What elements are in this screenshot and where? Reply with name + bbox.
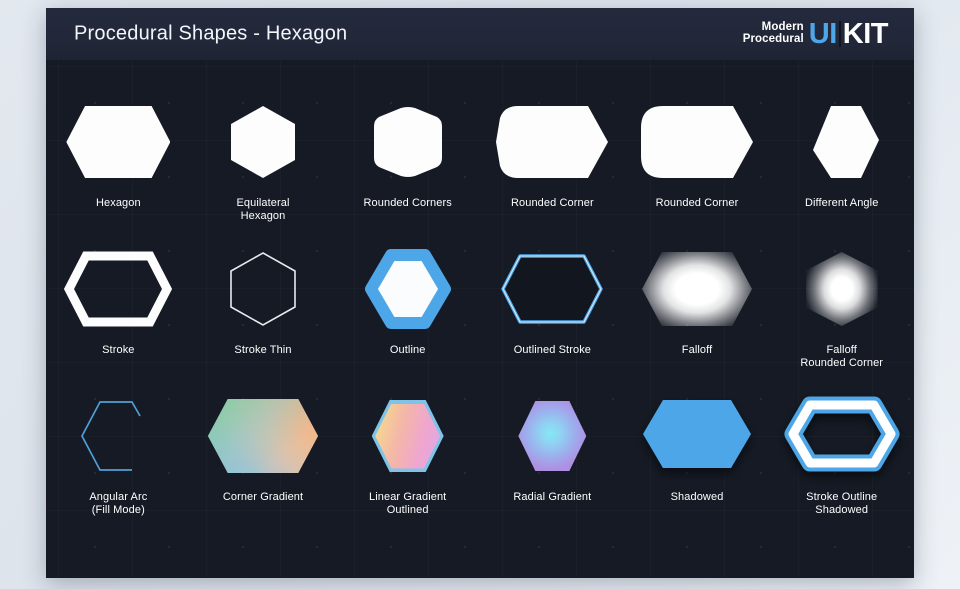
- falloff-hexagon-shape-icon: [642, 252, 753, 326]
- shape-label: Stroke: [102, 344, 135, 356]
- shape-preview: [372, 96, 444, 188]
- shape-label: Angular Arc (Fill Mode): [89, 491, 148, 516]
- shape-preview: [497, 243, 607, 335]
- angular-arc-hexagon-shape-icon: [81, 401, 142, 471]
- stroke-outline-shadowed-hexagon-shape-icon: [784, 396, 900, 472]
- shape-cell-falloff[interactable]: Falloff: [625, 243, 770, 370]
- shape-cell-rounded-corners[interactable]: Rounded Corners: [335, 96, 480, 223]
- shape-preview: [80, 390, 156, 482]
- stroke-thin-hexagon-shape-icon: [230, 252, 296, 326]
- rounded-corners-hexagon-shape-icon: [373, 107, 442, 177]
- falloff-rounded-corner-hexagon-shape-icon: [805, 252, 878, 326]
- shape-label: Rounded Corner: [510, 197, 594, 209]
- shape-cell-stroke[interactable]: Stroke: [46, 243, 191, 370]
- shape-preview: [364, 243, 451, 335]
- shape-label: Linear Gradient Outlined: [369, 491, 447, 516]
- shape-cell-rounded-corner-b[interactable]: Rounded Corner: [625, 96, 770, 223]
- stroke-hexagon-shape-icon: [64, 251, 173, 327]
- shape-cell-rounded-corner-a[interactable]: Rounded Corner: [480, 96, 625, 223]
- logo-separator-icon: [838, 21, 841, 47]
- ui-kit-card: Procedural Shapes - Hexagon Modern Proce…: [46, 8, 914, 578]
- shape-cell-corner-gradient[interactable]: Corner Gradient: [191, 390, 336, 517]
- shape-label: Different Angle: [804, 197, 879, 209]
- shape-preview: [208, 390, 318, 482]
- logo-kit-text: KIT: [842, 17, 889, 50]
- outlined-stroke-hexagon-shape-icon: [501, 254, 604, 324]
- shape-cell-different-angle[interactable]: Different Angle: [769, 96, 914, 223]
- shape-row: Angular Arc (Fill Mode) Corner Gradient …: [46, 390, 914, 517]
- radial-gradient-hexagon-shape-icon: [518, 401, 587, 471]
- shape-cell-radial-gradient[interactable]: Radial Gradient: [480, 390, 625, 517]
- shape-cell-stroke-thin[interactable]: Stroke Thin: [191, 243, 336, 370]
- shape-label: Rounded Corner: [655, 197, 739, 209]
- shape-preview: [784, 390, 900, 482]
- rounded-corner-alt-hexagon-shape-icon: [641, 106, 754, 178]
- shape-preview: [805, 243, 878, 335]
- shape-cell-linear-gradient-outlined[interactable]: Linear Gradient Outlined: [335, 390, 480, 517]
- shape-label: Falloff Rounded Corner: [800, 344, 884, 369]
- shape-label: Stroke Outline Shadowed: [806, 491, 878, 516]
- different-angle-hexagon-shape-icon: [812, 106, 879, 178]
- linear-gradient-outlined-hexagon-shape-icon: [371, 400, 444, 472]
- shape-label: Rounded Corners: [363, 197, 452, 209]
- shape-cell-shadowed[interactable]: Shadowed: [625, 390, 770, 517]
- logo-wordmark: Modern Procedural: [743, 22, 804, 45]
- shape-cell-falloff-rounded[interactable]: Falloff Rounded Corner: [769, 243, 914, 370]
- shape-label: Radial Gradient: [513, 491, 592, 503]
- shape-preview: [371, 390, 444, 482]
- shape-label: Outlined Stroke: [513, 344, 592, 356]
- linear-gradient-fill: [375, 403, 441, 469]
- shape-preview: [642, 243, 753, 335]
- shape-preview: [641, 390, 753, 482]
- logo-line-procedural: Procedural: [742, 33, 804, 45]
- shape-label: Corner Gradient: [222, 491, 304, 503]
- shape-preview: [518, 390, 587, 482]
- shape-showcase-canvas: Hexagon Equilateral Hexagon Rounded Corn…: [46, 60, 914, 578]
- shape-cell-outlined-stroke[interactable]: Outlined Stroke: [480, 243, 625, 370]
- shape-label: Hexagon: [95, 197, 141, 209]
- corner-gradient-hexagon-shape-icon: [208, 399, 318, 473]
- shape-row: Hexagon Equilateral Hexagon Rounded Corn…: [46, 96, 914, 223]
- shape-cell-equilateral-hexagon[interactable]: Equilateral Hexagon: [191, 96, 336, 223]
- page-title: Procedural Shapes - Hexagon: [74, 22, 348, 45]
- shape-preview: [66, 96, 171, 188]
- shape-label: Equilateral Hexagon: [236, 197, 290, 222]
- shape-label: Shadowed: [670, 491, 724, 503]
- shape-row: Stroke Stroke Thin Outline Outlined Stro…: [46, 243, 914, 370]
- shadowed-hexagon-shape-icon: [643, 400, 752, 468]
- shape-preview: [229, 243, 297, 335]
- logo-ui-text: UI: [808, 17, 838, 50]
- shape-cell-angular-arc[interactable]: Angular Arc (Fill Mode): [46, 390, 191, 517]
- outline-hexagon-shape-icon: [364, 249, 451, 329]
- shape-preview: [805, 96, 879, 188]
- shape-preview: [496, 96, 609, 188]
- shape-preview: [641, 96, 754, 188]
- rounded-corner-hexagon-shape-icon: [496, 106, 609, 178]
- shape-label: Falloff: [681, 344, 713, 356]
- shape-preview: [231, 96, 295, 188]
- hexagon-shape-icon: [66, 106, 171, 178]
- shape-cell-hexagon[interactable]: Hexagon: [46, 96, 191, 223]
- shape-cell-stroke-outline-shadowed[interactable]: Stroke Outline Shadowed: [769, 390, 914, 517]
- brand-logo: Modern Procedural UI KIT: [743, 17, 889, 51]
- shape-label: Stroke Thin: [234, 344, 292, 356]
- shape-label: Outline: [389, 344, 426, 356]
- equilateral-hexagon-shape-icon: [231, 106, 295, 178]
- shape-cell-outline[interactable]: Outline: [335, 243, 480, 370]
- card-header: Procedural Shapes - Hexagon Modern Proce…: [46, 8, 914, 60]
- shape-preview: [63, 243, 173, 335]
